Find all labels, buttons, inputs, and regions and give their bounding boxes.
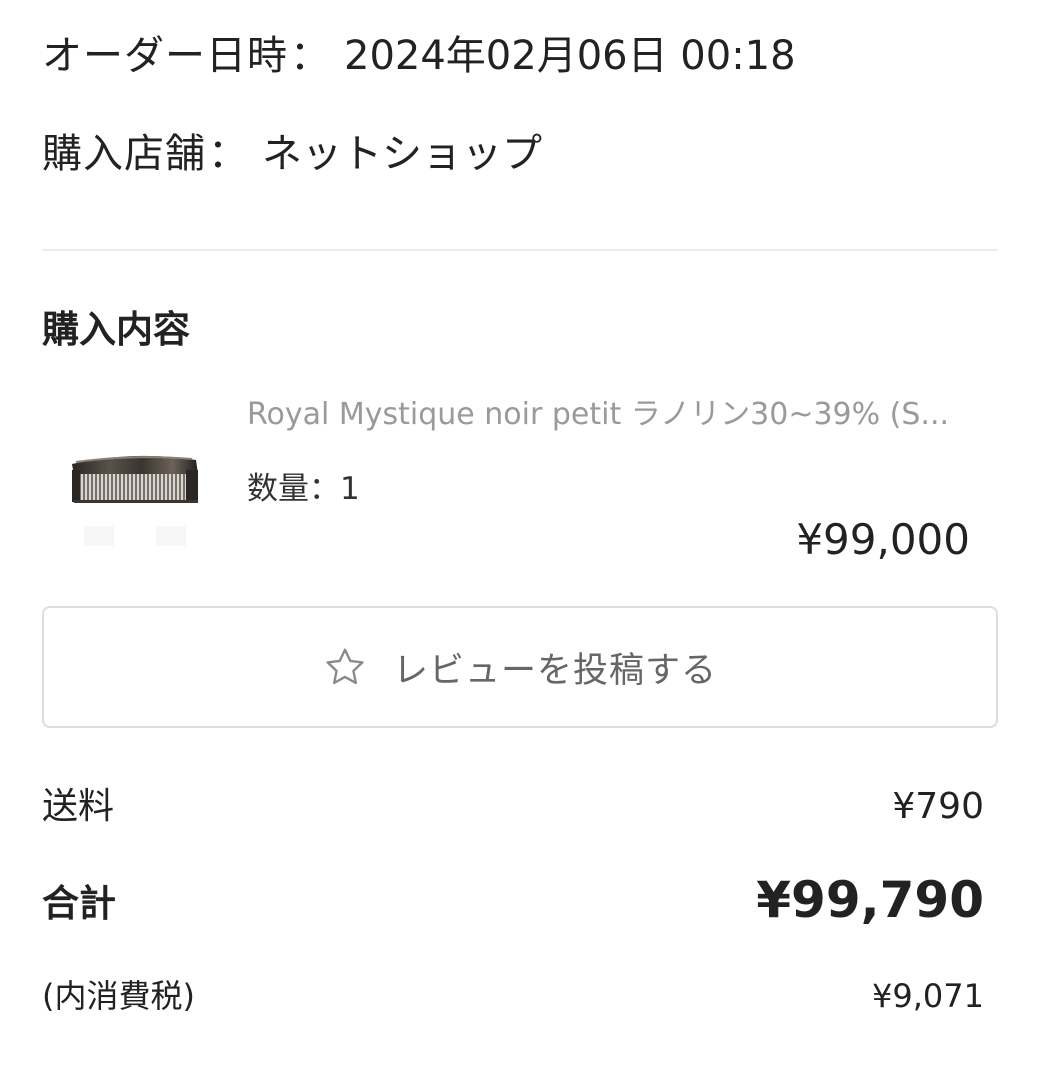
star-outline-icon: [323, 645, 367, 689]
purchase-section-title: 購入内容: [42, 308, 190, 351]
comb-product-image: [72, 455, 198, 546]
tax-label: (内消費税): [42, 977, 195, 1015]
order-store-label: 購入店舗: [42, 131, 206, 177]
order-datetime-label: オーダー日時: [42, 33, 288, 79]
total-label: 合計: [42, 882, 116, 925]
quantity-separator: ：: [309, 471, 340, 507]
order-store-row: 購入店舗： ネットショップ: [42, 130, 542, 178]
product-quantity: 数量：1: [247, 467, 360, 511]
order-datetime-row: オーダー日時： 2024年02月06日 00:18: [42, 32, 796, 80]
product-thumbnail[interactable]: [64, 440, 210, 552]
tax-value: ¥9,071: [872, 977, 984, 1015]
write-review-label: レビューを投稿する: [392, 650, 717, 691]
order-store-separator: ：: [208, 131, 248, 177]
order-store-value: ネットショップ: [262, 131, 542, 177]
order-datetime-value: 2024年02月06日 00:18: [344, 33, 796, 79]
quantity-label: 数量: [247, 471, 309, 507]
section-divider: [42, 249, 998, 251]
shipping-value: ¥790: [892, 786, 984, 827]
order-datetime-separator: ：: [290, 33, 330, 79]
product-price: ¥99,000: [796, 515, 970, 564]
quantity-value: 1: [340, 471, 360, 507]
product-name[interactable]: Royal Mystique noir petit ラノリン30~39% (S.…: [247, 393, 972, 437]
total-value: ¥99,790: [756, 871, 984, 929]
shipping-label: 送料: [42, 786, 115, 827]
write-review-button[interactable]: レビューを投稿する: [42, 606, 998, 728]
